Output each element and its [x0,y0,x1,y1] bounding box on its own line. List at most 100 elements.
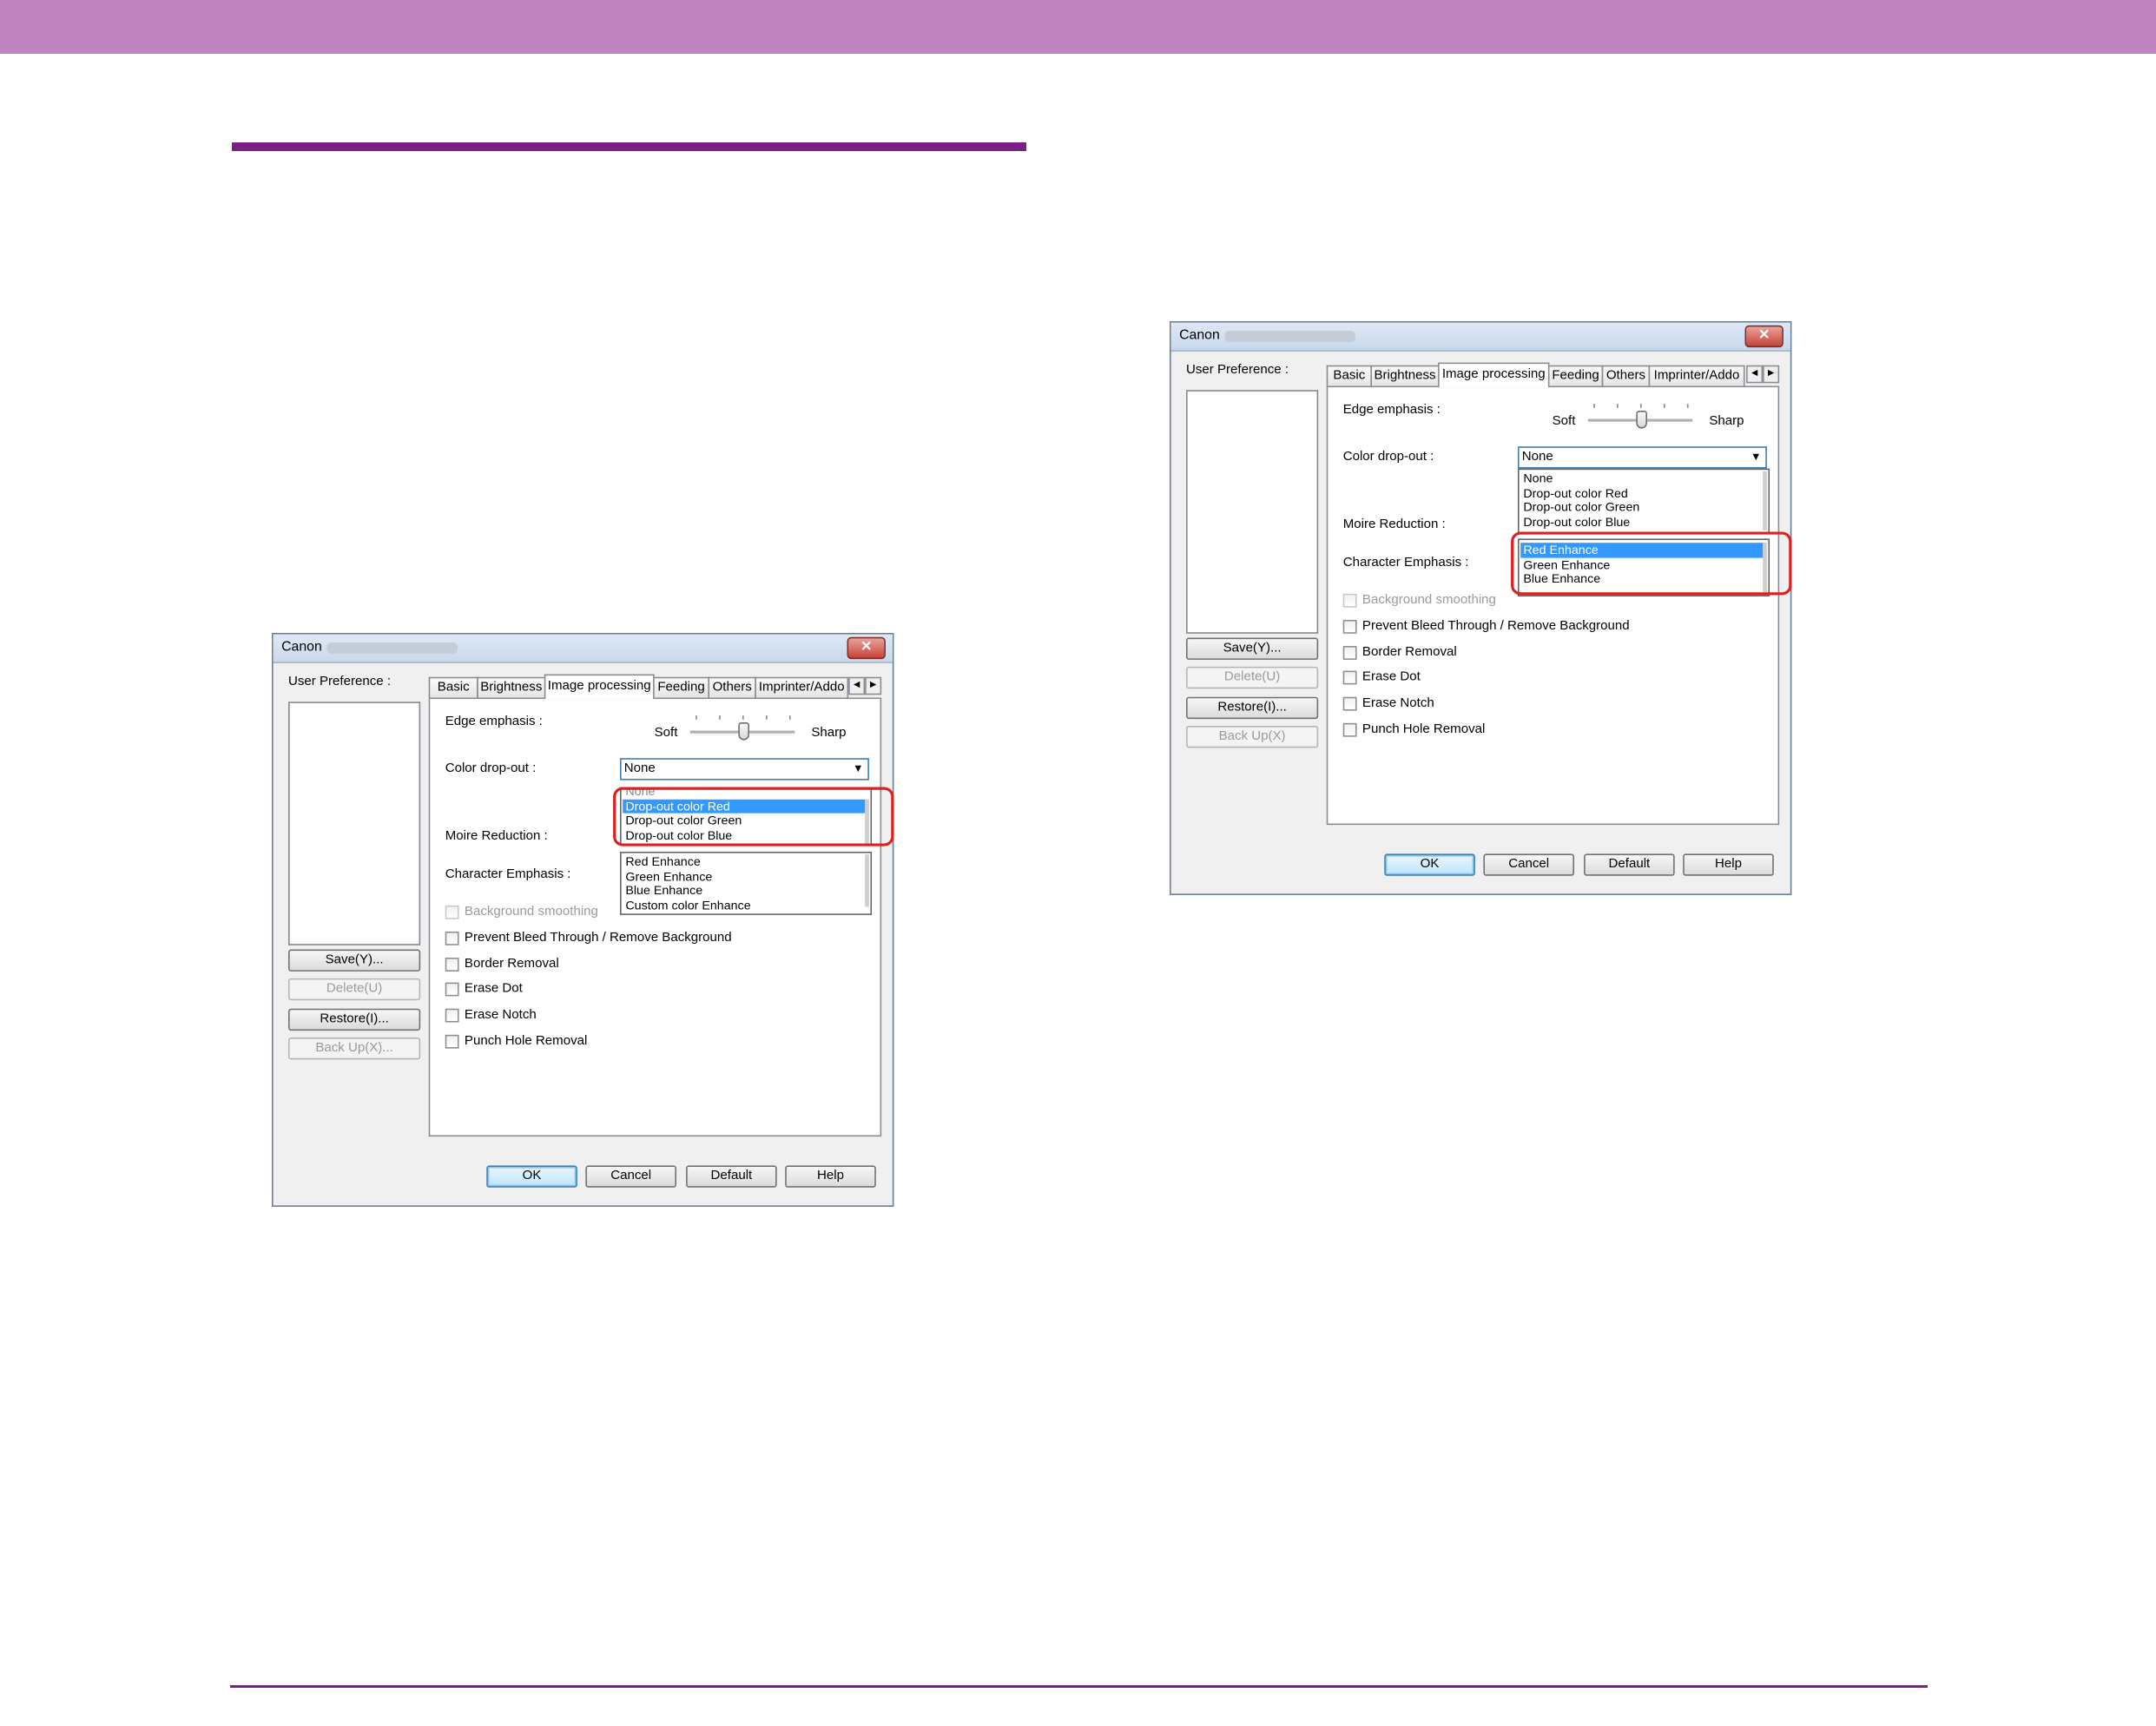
cancel-button[interactable]: Cancel [585,1165,676,1188]
tab-others[interactable]: Others [708,676,756,698]
erase-dot-label: Erase Dot [464,981,523,997]
window-title: Canon [281,639,322,655]
tab-feeding[interactable]: Feeding [653,676,710,698]
tab-feeding[interactable]: Feeding [1547,365,1604,386]
slider-tick [1686,404,1689,408]
dropdown-scrollbar[interactable] [1763,471,1767,530]
punch-hole-label: Punch Hole Removal [464,1033,588,1049]
arrow-right-icon: ▶ [1767,369,1775,378]
color-dropout-value: None [1521,449,1553,464]
tab-scroll-right[interactable]: ▶ [865,676,882,695]
tab-basic[interactable]: Basic [1326,365,1372,386]
color-dropout-combo[interactable]: None ▼ [1518,446,1767,469]
red-highlight-box [613,787,894,847]
dropdown-item-none[interactable]: None [1520,471,1765,486]
background-smoothing-label: Background smoothing [1362,592,1496,608]
tab-brightness[interactable]: Brightness [477,676,546,698]
slider-tick [1640,404,1642,408]
tab-brightness[interactable]: Brightness [1370,365,1440,386]
tab-basic[interactable]: Basic [428,676,478,698]
border-removal-checkbox[interactable] [445,958,459,972]
chevron-down-icon: ▼ [852,761,864,775]
prevent-bleed-checkbox[interactable] [1342,619,1357,634]
tab-image-processing[interactable]: Image processing [544,674,655,700]
default-button[interactable]: Default [1584,853,1675,876]
border-removal-checkbox[interactable] [1342,646,1357,660]
tab-imprinter[interactable]: Imprinter/Addo [755,676,849,698]
edge-emphasis-label: Edge emphasis : [445,714,543,729]
erase-dot-checkbox[interactable] [445,982,459,997]
ok-button[interactable]: OK [486,1165,577,1188]
backup-button[interactable]: Back Up(X)... [288,1037,421,1060]
erase-notch-label: Erase Notch [1362,695,1434,711]
prevent-bleed-label: Prevent Bleed Through / Remove Backgroun… [464,930,732,945]
save-button[interactable]: Save(Y)... [1186,637,1319,660]
title-bar: Canon ✕ [1170,322,1790,352]
delete-button[interactable]: Delete(U) [1186,666,1319,689]
color-dropout-label: Color drop-out : [1342,449,1434,464]
section-title-rule [232,142,1026,151]
close-button[interactable]: ✕ [1744,325,1783,348]
punch-hole-checkbox[interactable] [445,1034,459,1049]
dropdown-item-red-enhance[interactable]: Red Enhance [623,854,867,869]
dropdown-item-custom-enhance[interactable]: Custom color Enhance [623,898,867,912]
tab-scroll-left[interactable]: ◀ [848,676,866,695]
scanner-settings-dialog-right: Canon ✕ User Preference : Save(Y)... Del… [1170,321,1792,895]
tab-scroll-left[interactable]: ◀ [1746,365,1764,384]
erase-dot-label: Erase Dot [1362,669,1421,685]
edge-emphasis-slider-thumb[interactable] [1636,411,1647,429]
prevent-bleed-label: Prevent Bleed Through / Remove Backgroun… [1362,618,1630,634]
chevron-down-icon: ▼ [1750,450,1762,464]
user-preference-label: User Preference : [1186,362,1289,378]
tab-image-processing[interactable]: Image processing [1438,362,1550,388]
slider-tick [788,715,791,720]
color-dropout-dropdown-lower[interactable]: Red Enhance Green Enhance Blue Enhance C… [620,852,873,915]
character-emphasis-label: Character Emphasis : [1342,555,1469,570]
blurred-device-name [1224,331,1355,342]
dropdown-scrollbar[interactable] [865,854,869,907]
prevent-bleed-checkbox[interactable] [445,931,459,945]
slider-tick [766,715,768,720]
close-button[interactable]: ✕ [847,636,886,660]
edge-emphasis-label: Edge emphasis : [1342,402,1441,418]
color-dropout-combo[interactable]: None ▼ [620,758,869,781]
user-preference-list[interactable] [288,702,421,945]
title-bar: Canon ✕ [273,634,893,663]
red-highlight-box [1511,531,1792,596]
erase-notch-checkbox[interactable] [445,1008,459,1023]
moire-reduction-label: Moire Reduction : [1342,517,1446,532]
tab-others[interactable]: Others [1601,365,1651,386]
edge-emphasis-slider-thumb[interactable] [738,722,749,741]
default-button[interactable]: Default [686,1165,777,1188]
restore-button[interactable]: Restore(I)... [288,1008,421,1031]
color-dropout-dropdown-upper[interactable]: None Drop-out color Red Drop-out color G… [1518,468,1770,534]
restore-button[interactable]: Restore(I)... [1186,696,1319,720]
slider-tick [1664,404,1665,408]
punch-hole-checkbox[interactable] [1342,722,1357,737]
tab-scroll-right[interactable]: ▶ [1763,365,1780,384]
backup-button[interactable]: Back Up(X) [1186,725,1319,748]
background-smoothing-checkbox[interactable] [1342,593,1357,608]
erase-dot-checkbox[interactable] [1342,670,1357,685]
dropdown-item-green-enhance[interactable]: Green Enhance [623,869,867,884]
dropdown-item-dropout-blue[interactable]: Drop-out color Blue [1520,515,1765,530]
ok-button[interactable]: OK [1384,853,1475,876]
dropdown-item-blue-enhance[interactable]: Blue Enhance [623,883,867,898]
help-button[interactable]: Help [1683,853,1774,876]
erase-notch-checkbox[interactable] [1342,696,1357,711]
slider-tick [742,715,744,720]
dropdown-item-dropout-red[interactable]: Drop-out color Red [1520,485,1765,500]
dropdown-item-dropout-green[interactable]: Drop-out color Green [1520,500,1765,515]
arrow-left-icon: ◀ [1751,369,1758,378]
slider-sharp-label: Sharp [811,725,847,741]
tab-imprinter[interactable]: Imprinter/Addo [1648,365,1745,386]
help-button[interactable]: Help [785,1165,876,1188]
erase-notch-label: Erase Notch [464,1007,537,1023]
arrow-right-icon: ▶ [869,681,877,689]
background-smoothing-checkbox[interactable] [445,905,459,919]
delete-button[interactable]: Delete(U) [288,978,421,1001]
user-preference-list[interactable] [1186,390,1319,634]
save-button[interactable]: Save(Y)... [288,949,421,972]
close-icon: ✕ [860,639,873,655]
cancel-button[interactable]: Cancel [1483,853,1574,876]
